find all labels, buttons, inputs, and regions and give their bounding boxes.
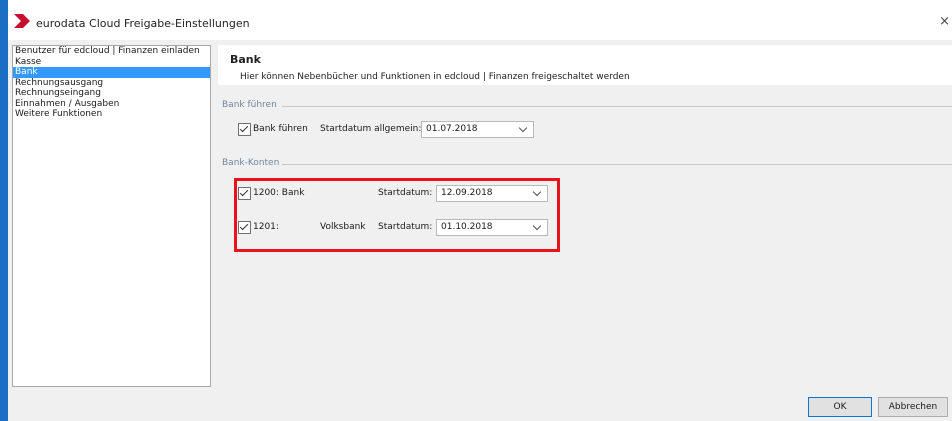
eurodata-logo-icon <box>14 14 30 28</box>
close-icon[interactable]: × <box>939 14 950 29</box>
startdate-general-label: Startdatum allgemein: <box>320 124 422 134</box>
sidebar-nav: Benutzer für edcloud | Finanzen einladen… <box>12 45 211 387</box>
section-label-bank-fuehren: Bank führen <box>222 100 277 110</box>
bank-fuehren-checkbox[interactable] <box>238 123 251 136</box>
dialog-window: eurodata Cloud Freigabe-Einstellungen × … <box>8 0 952 421</box>
sidebar-item-bank[interactable]: Bank <box>13 67 210 78</box>
page-header: Bank Hier können Nebenbücher und Funktio… <box>218 45 952 85</box>
page-title: Bank <box>230 53 261 66</box>
section-divider <box>282 164 952 165</box>
highlight-annotation-box <box>234 178 560 252</box>
sidebar-item-benutzer-einladen[interactable]: Benutzer für edcloud | Finanzen einladen <box>13 46 210 57</box>
title-bar: eurodata Cloud Freigabe-Einstellungen × <box>8 0 952 40</box>
sidebar-item-rechnungseingang[interactable]: Rechnungseingang <box>13 88 210 99</box>
section-label-bank-konten: Bank-Konten <box>222 158 280 168</box>
cancel-button[interactable]: Abbrechen <box>878 397 948 417</box>
bank-fuehren-label: Bank führen <box>253 124 308 134</box>
ok-button[interactable]: OK <box>808 397 872 417</box>
startdate-general-value: 01.07.2018 <box>426 124 478 134</box>
sidebar-item-rechnungsausgang[interactable]: Rechnungsausgang <box>13 78 210 89</box>
window-edge <box>0 0 8 421</box>
sidebar-item-kasse[interactable]: Kasse <box>13 57 210 68</box>
page-description: Hier können Nebenbücher und Funktionen i… <box>240 72 630 82</box>
sidebar-item-weitere-funktionen[interactable]: Weitere Funktionen <box>13 109 210 120</box>
sidebar-item-einnahmen-ausgaben[interactable]: Einnahmen / Ausgaben <box>13 99 210 110</box>
section-divider <box>282 106 952 107</box>
startdate-general-select[interactable]: 01.07.2018 <box>421 121 534 138</box>
window-title: eurodata Cloud Freigabe-Einstellungen <box>36 17 250 30</box>
chevron-down-icon <box>518 123 528 133</box>
